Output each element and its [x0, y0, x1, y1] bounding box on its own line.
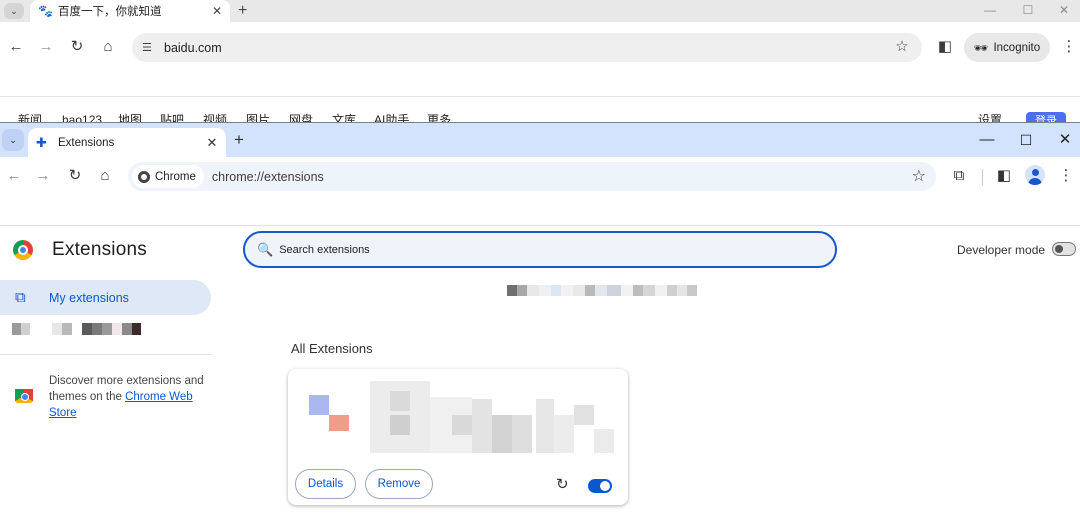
tab-search-button[interactable]: ⌄: [4, 3, 24, 19]
baidu-nav-link[interactable]: 新闻: [18, 111, 42, 122]
baidu-nav-link[interactable]: 文库: [332, 111, 356, 122]
front-address-bar[interactable]: Chrome chrome://extensions ☆: [128, 162, 936, 191]
home-icon[interactable]: ⌂: [94, 165, 116, 187]
baidu-nav-link[interactable]: 视频: [203, 111, 227, 122]
home-icon[interactable]: ⌂: [97, 36, 119, 58]
blurred-sidebar-item[interactable]: [12, 323, 141, 335]
back-divider: [0, 96, 1080, 97]
menu-kebab-icon[interactable]: ⋮: [1055, 165, 1077, 187]
back-arrow-icon[interactable]: ←: [5, 36, 27, 58]
close-tab-icon[interactable]: ✕: [204, 135, 220, 151]
developer-mode-label: Developer mode: [957, 243, 1046, 257]
back-tab-strip: ⌄ 🐾 百度一下，你就知道 ✕ + — ☐ ✕: [0, 0, 1080, 22]
side-panel-icon[interactable]: ◧: [993, 165, 1015, 187]
header-divider: [0, 225, 1080, 226]
blurred-notice: [507, 285, 697, 296]
back-toolbar: ← → ↻ ⌂ ☰ baidu.com ☆ ◧ 🕶 Incognito ⋮: [0, 30, 1080, 64]
baidu-settings-link[interactable]: 设置: [978, 111, 1002, 122]
forward-arrow-icon[interactable]: →: [35, 36, 57, 58]
chrome-logo-icon: [138, 170, 150, 183]
maximize-icon[interactable]: ☐: [1008, 127, 1044, 153]
side-panel-icon[interactable]: ◧: [934, 36, 956, 58]
incognito-label: Incognito: [993, 41, 1041, 54]
search-icon: 🔍: [257, 241, 274, 257]
extensions-tab[interactable]: ✚ Extensions ✕: [28, 128, 226, 157]
baidu-nav-link[interactable]: hao123: [62, 111, 102, 122]
incognito-icon: 🕶: [973, 42, 989, 55]
front-toolbar: ← → ↻ ⌂ Chrome chrome://extensions ☆ ⧉ ◧…: [0, 157, 1080, 195]
chrome-logo-icon: [13, 240, 33, 260]
close-window-icon[interactable]: ✕: [1044, 0, 1080, 22]
search-extensions-input[interactable]: 🔍 Search extensions: [243, 231, 837, 268]
minimize-icon[interactable]: —: [970, 0, 1010, 22]
extension-card: Details Remove ↻: [288, 369, 628, 505]
chrome-chip-label: Chrome: [155, 170, 196, 183]
baidu-nav-link[interactable]: 更多: [427, 111, 451, 122]
new-tab-button[interactable]: +: [234, 130, 244, 150]
forward-arrow-icon[interactable]: →: [32, 165, 54, 187]
section-title: All Extensions: [291, 341, 373, 356]
minimize-icon[interactable]: —: [969, 127, 1005, 153]
back-arrow-icon[interactable]: ←: [3, 165, 25, 187]
back-url-text: baidu.com: [164, 40, 222, 55]
baidu-nav-link[interactable]: 图片: [246, 111, 270, 122]
extensions-puzzle-icon[interactable]: ⧉: [948, 165, 970, 187]
new-tab-button[interactable]: +: [238, 0, 247, 22]
extension-enabled-toggle[interactable]: [588, 479, 612, 493]
sidebar-item-label: My extensions: [49, 290, 129, 305]
incognito-chip[interactable]: 🕶 Incognito: [964, 33, 1050, 62]
discover-text: Discover more extensions and themes on t…: [49, 375, 204, 419]
back-active-tab[interactable]: 🐾 百度一下，你就知道 ✕: [30, 0, 230, 22]
remove-button[interactable]: Remove: [365, 469, 433, 499]
sidebar-item-my-extensions[interactable]: ⧉ My extensions: [0, 280, 211, 315]
toolbar-separator: [982, 169, 983, 185]
front-url-text: chrome://extensions: [211, 169, 324, 184]
back-address-bar[interactable]: ☰ baidu.com: [132, 33, 922, 62]
chrome-page-chip[interactable]: Chrome: [132, 165, 204, 188]
reload-extension-icon[interactable]: ↻: [556, 475, 569, 493]
baidu-nav-link[interactable]: 网盘: [289, 111, 313, 122]
reload-icon[interactable]: ↻: [66, 36, 88, 58]
baidu-nav-link[interactable]: 地图: [118, 111, 142, 122]
menu-kebab-icon[interactable]: ⋮: [1058, 36, 1080, 58]
bookmark-star-icon[interactable]: ☆: [891, 36, 913, 58]
developer-mode-toggle[interactable]: [1052, 242, 1076, 256]
close-window-icon[interactable]: ✕: [1047, 127, 1080, 153]
search-placeholder: Search extensions: [279, 243, 370, 256]
maximize-icon[interactable]: ☐: [1008, 0, 1048, 22]
reload-icon[interactable]: ↻: [64, 165, 86, 187]
baidu-nav-link[interactable]: AI助手: [374, 111, 409, 122]
extensions-browser-window: ⌄ ✚ Extensions ✕ + — ☐ ✕ ← → ↻ ⌂ Chrome …: [0, 122, 1080, 524]
puzzle-piece-icon: ⧉: [15, 289, 26, 306]
close-tab-icon[interactable]: ✕: [210, 4, 224, 18]
webstore-icon: [15, 389, 33, 403]
front-tab-title: Extensions: [58, 136, 115, 149]
front-tab-strip: ⌄ ✚ Extensions ✕ + — ☐ ✕: [0, 123, 1080, 157]
extension-icon: [309, 395, 329, 415]
baidu-paw-icon: 🐾: [38, 3, 53, 18]
baidu-nav-link[interactable]: 贴吧: [160, 111, 184, 122]
tab-search-button[interactable]: ⌄: [2, 129, 24, 151]
back-tab-title: 百度一下，你就知道: [58, 6, 162, 18]
page-title: Extensions: [52, 239, 147, 260]
profile-avatar-icon[interactable]: [1025, 165, 1045, 185]
puzzle-piece-icon: ✚: [36, 134, 47, 150]
sidebar-divider: [0, 354, 211, 355]
bookmark-star-icon[interactable]: ☆: [912, 166, 926, 186]
site-info-icon[interactable]: ☰: [142, 41, 156, 54]
background-browser-window: ⌄ 🐾 百度一下，你就知道 ✕ + — ☐ ✕ ← → ↻ ⌂ ☰ baidu.…: [0, 0, 1080, 124]
details-button[interactable]: Details: [295, 469, 356, 499]
